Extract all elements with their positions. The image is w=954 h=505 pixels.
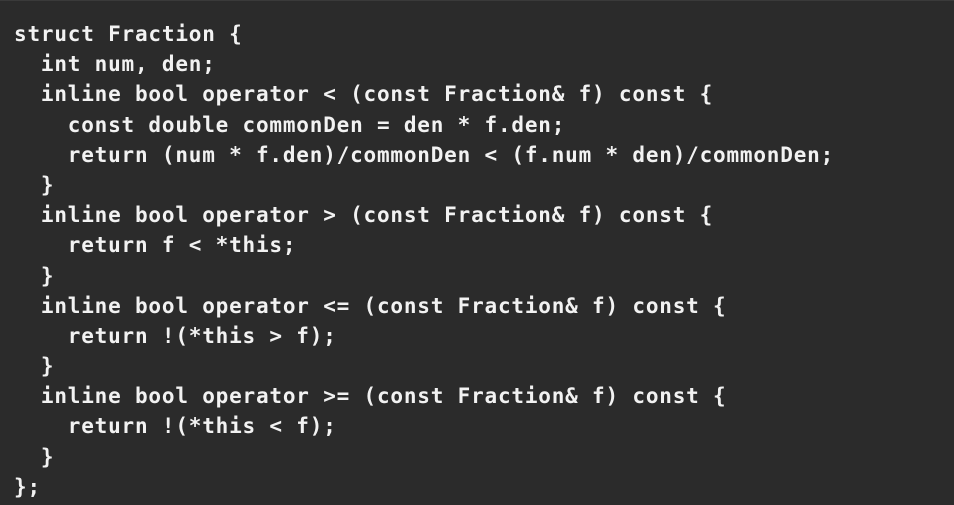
- code-line: }: [14, 172, 55, 197]
- code-line: return f < *this;: [14, 233, 297, 258]
- code-line: return (num * f.den)/commonDen < (f.num …: [14, 142, 835, 167]
- code-line: }: [14, 354, 55, 379]
- code-line: return !(*this < f);: [14, 414, 337, 439]
- code-line: inline bool operator <= (const Fraction&…: [14, 293, 727, 318]
- code-line: };: [14, 474, 41, 499]
- code-line: }: [14, 263, 55, 288]
- code-line: inline bool operator >= (const Fraction&…: [14, 384, 727, 409]
- code-line: const double commonDen = den * f.den;: [14, 112, 566, 137]
- code-line: return !(*this > f);: [14, 323, 337, 348]
- code-slide: struct Fraction { int num, den; inline b…: [0, 0, 954, 505]
- code-line: }: [14, 444, 55, 469]
- code-line: inline bool operator > (const Fraction& …: [14, 203, 714, 228]
- code-block: struct Fraction { int num, den; inline b…: [14, 19, 834, 502]
- code-line: struct Fraction {: [14, 22, 243, 46]
- code-line: inline bool operator < (const Fraction& …: [14, 82, 714, 107]
- code-line: int num, den;: [14, 52, 216, 77]
